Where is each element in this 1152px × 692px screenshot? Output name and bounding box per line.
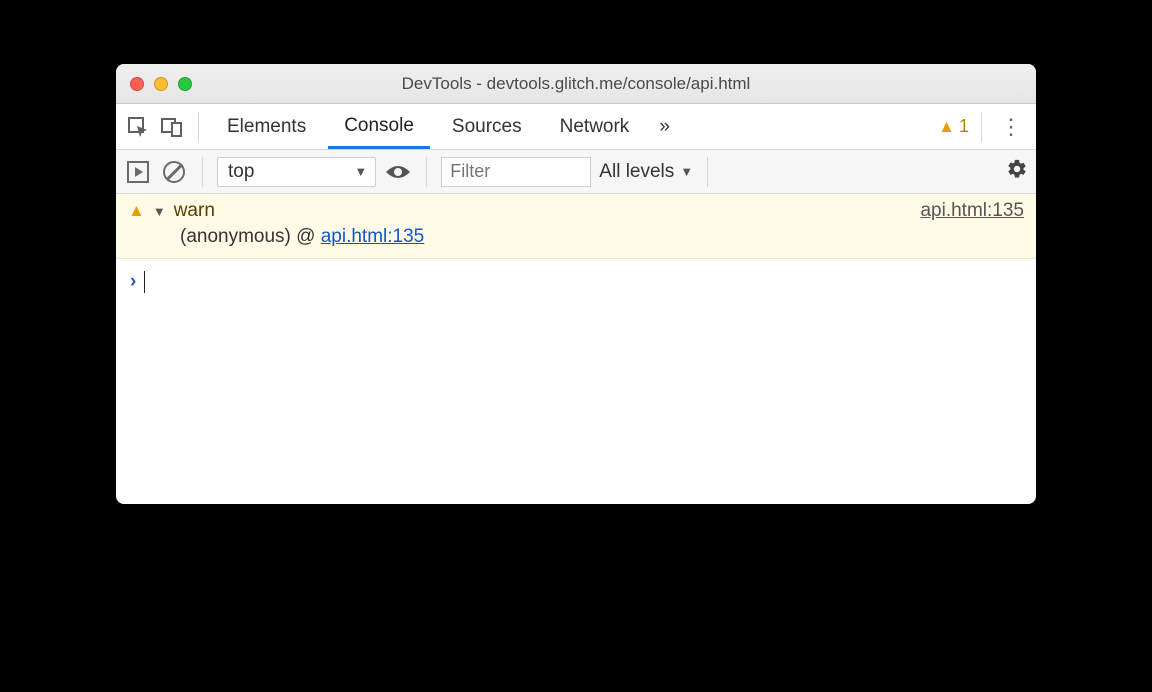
levels-label: All levels — [599, 161, 674, 183]
stack-trace: (anonymous) @ api.html:135 — [128, 226, 1024, 248]
minimize-icon[interactable] — [154, 77, 168, 91]
log-message: warn — [174, 200, 215, 222]
console-prompt[interactable]: › — [116, 259, 1036, 305]
clear-console-icon[interactable] — [160, 158, 188, 186]
source-link[interactable]: api.html:135 — [920, 200, 1024, 222]
device-toggle-icon[interactable] — [158, 113, 186, 141]
divider — [426, 157, 427, 187]
kebab-menu-icon[interactable]: ⋮ — [994, 114, 1028, 140]
prompt-icon: › — [130, 271, 136, 293]
divider — [202, 157, 203, 187]
titlebar: DevTools - devtools.glitch.me/console/ap… — [116, 64, 1036, 104]
warning-count: 1 — [959, 116, 969, 137]
chevron-down-icon: ▼ — [354, 164, 367, 179]
filter-input[interactable] — [441, 157, 591, 187]
main-tabbar: Elements Console Sources Network » ▲ 1 ⋮ — [116, 104, 1036, 150]
console-warning-entry: ▲ ▼ warn api.html:135 (anonymous) @ api.… — [116, 194, 1036, 259]
toggle-drawer-icon[interactable] — [124, 158, 152, 186]
devtools-window: DevTools - devtools.glitch.me/console/ap… — [116, 64, 1036, 504]
tab-sources[interactable]: Sources — [436, 106, 538, 147]
tab-elements[interactable]: Elements — [211, 106, 322, 147]
tab-network[interactable]: Network — [544, 106, 646, 147]
console-settings-icon[interactable] — [1006, 158, 1028, 186]
execution-context-selector[interactable]: top ▼ — [217, 157, 376, 187]
window-title: DevTools - devtools.glitch.me/console/ap… — [116, 74, 1036, 94]
close-icon[interactable] — [130, 77, 144, 91]
divider — [981, 112, 982, 142]
console-output: ▲ ▼ warn api.html:135 (anonymous) @ api.… — [116, 194, 1036, 504]
expand-toggle-icon[interactable]: ▼ — [153, 204, 166, 219]
text-caret — [144, 271, 145, 293]
console-toolbar: top ▼ All levels ▼ — [116, 150, 1036, 194]
zoom-icon[interactable] — [178, 77, 192, 91]
context-label: top — [228, 161, 254, 183]
inspect-element-icon[interactable] — [124, 113, 152, 141]
trace-label: (anonymous) @ — [180, 226, 321, 247]
warning-count-badge[interactable]: ▲ 1 — [938, 116, 969, 137]
log-level-selector[interactable]: All levels ▼ — [599, 161, 693, 183]
warning-icon: ▲ — [128, 201, 145, 221]
trace-source-link[interactable]: api.html:135 — [321, 226, 425, 247]
divider — [707, 157, 708, 187]
traffic-lights — [130, 77, 192, 91]
divider — [198, 112, 199, 142]
warning-icon: ▲ — [938, 117, 955, 137]
tabs-overflow-icon[interactable]: » — [651, 106, 678, 148]
live-expression-icon[interactable] — [384, 158, 412, 186]
chevron-down-icon: ▼ — [680, 164, 693, 179]
tab-console[interactable]: Console — [328, 105, 430, 149]
